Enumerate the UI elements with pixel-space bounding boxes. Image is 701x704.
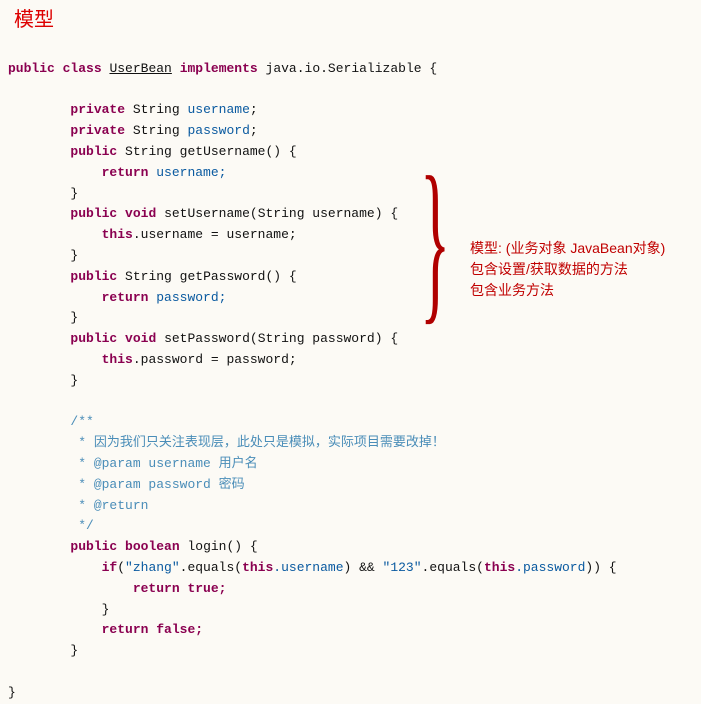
comment-line: * @param username 用户名	[8, 456, 258, 471]
kw-public: public	[70, 144, 117, 159]
method-getUsername: getUsername() {	[180, 144, 297, 159]
section-title: 模型	[14, 4, 693, 36]
close-brace: }	[70, 643, 78, 658]
method-setUsername: setUsername(String username) {	[164, 206, 398, 221]
ref-username: username;	[156, 165, 226, 180]
string-literal: "123"	[383, 560, 422, 575]
kw-public: public	[8, 61, 55, 76]
comment-line: * @return	[8, 498, 148, 513]
type-string: String	[133, 102, 180, 117]
string-literal: "zhang"	[125, 560, 180, 575]
close-brace: }	[70, 310, 78, 325]
kw-private: private	[70, 102, 125, 117]
kw-this: this	[102, 227, 133, 242]
eq-call: .equals(	[422, 560, 484, 575]
assign-username: .username = username;	[133, 227, 297, 242]
kw-this: this	[102, 352, 133, 367]
field-password: password	[187, 123, 249, 138]
false-literal: false;	[156, 622, 203, 637]
annotation-line: 模型: (业务对象 JavaBean对象)	[470, 238, 701, 259]
ref-password: .password	[515, 560, 585, 575]
kw-return: return	[102, 290, 149, 305]
kw-if: if	[102, 560, 118, 575]
field-username: username	[187, 102, 249, 117]
kw-this: this	[484, 560, 515, 575]
code-block: public class UserBean implements java.io…	[8, 38, 693, 704]
class-name: UserBean	[109, 61, 171, 76]
kw-return: return	[133, 581, 180, 596]
annotation-text: 模型: (业务对象 JavaBean对象) 包含设置/获取数据的方法 包含业务方…	[470, 238, 701, 301]
semi: ;	[250, 123, 258, 138]
ref-username: .username	[273, 560, 343, 575]
comment-open: /**	[70, 414, 93, 429]
close-brace: }	[70, 373, 78, 388]
iface: java.io.Serializable {	[266, 61, 438, 76]
semi: ;	[250, 102, 258, 117]
annotation-line: 包含设置/获取数据的方法	[470, 259, 701, 280]
kw-return: return	[102, 622, 149, 637]
kw-this: this	[242, 560, 273, 575]
kw-class: class	[63, 61, 102, 76]
assign-password: .password = password;	[133, 352, 297, 367]
comment-line: * 因为我们只关注表现层，此处只是模拟，实际项目需要改掉！	[8, 435, 445, 450]
true-literal: true;	[187, 581, 226, 596]
annotation-callout: } 模型: (业务对象 JavaBean对象) 包含设置/获取数据的方法 包含业…	[420, 190, 486, 289]
close-brace: }	[8, 685, 16, 700]
kw-void: void	[125, 206, 156, 221]
curly-brace-icon: }	[420, 190, 443, 289]
kw-public: public	[70, 539, 117, 554]
close-brace: }	[70, 248, 78, 263]
kw-public: public	[70, 331, 117, 346]
kw-boolean: boolean	[125, 539, 180, 554]
kw-private: private	[70, 123, 125, 138]
kw-public: public	[70, 269, 117, 284]
type-string: String	[133, 123, 180, 138]
kw-void: void	[125, 331, 156, 346]
annotation-line: 包含业务方法	[470, 280, 701, 301]
method-setPassword: setPassword(String password) {	[164, 331, 398, 346]
eq-call: .equals(	[180, 560, 242, 575]
tail: )) {	[585, 560, 616, 575]
kw-return: return	[102, 165, 149, 180]
close-brace: }	[102, 602, 110, 617]
close-brace: }	[70, 186, 78, 201]
kw-public: public	[70, 206, 117, 221]
kw-implements: implements	[180, 61, 258, 76]
method-getPassword: getPassword() {	[180, 269, 297, 284]
type-string: String	[125, 269, 172, 284]
and-op: ) &&	[344, 560, 383, 575]
type-string: String	[125, 144, 172, 159]
method-login: login() {	[187, 539, 257, 554]
comment-line: * @param password 密码	[8, 477, 245, 492]
ref-password: password;	[156, 290, 226, 305]
comment-close: */	[8, 518, 94, 533]
